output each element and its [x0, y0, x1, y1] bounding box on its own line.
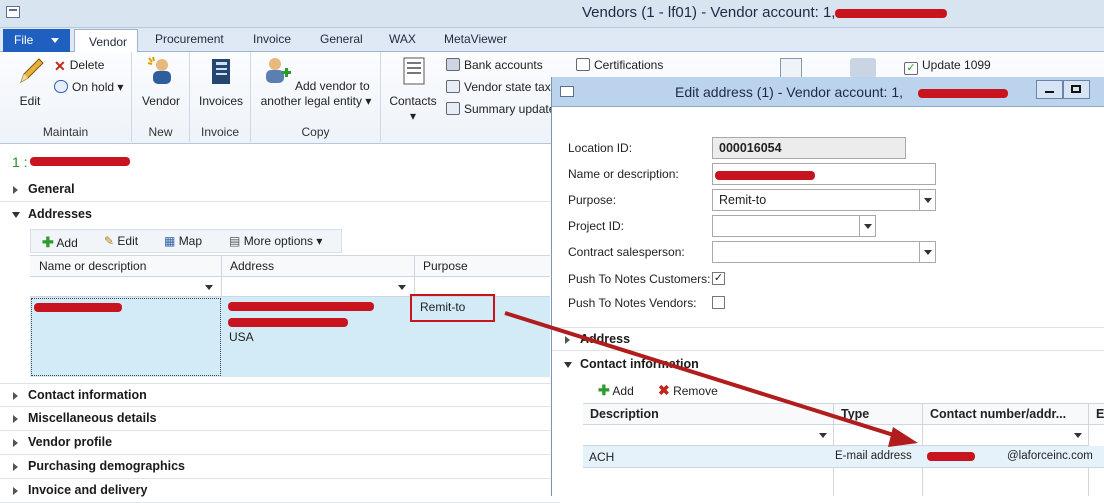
annotation-arrow: [504, 311, 918, 447]
